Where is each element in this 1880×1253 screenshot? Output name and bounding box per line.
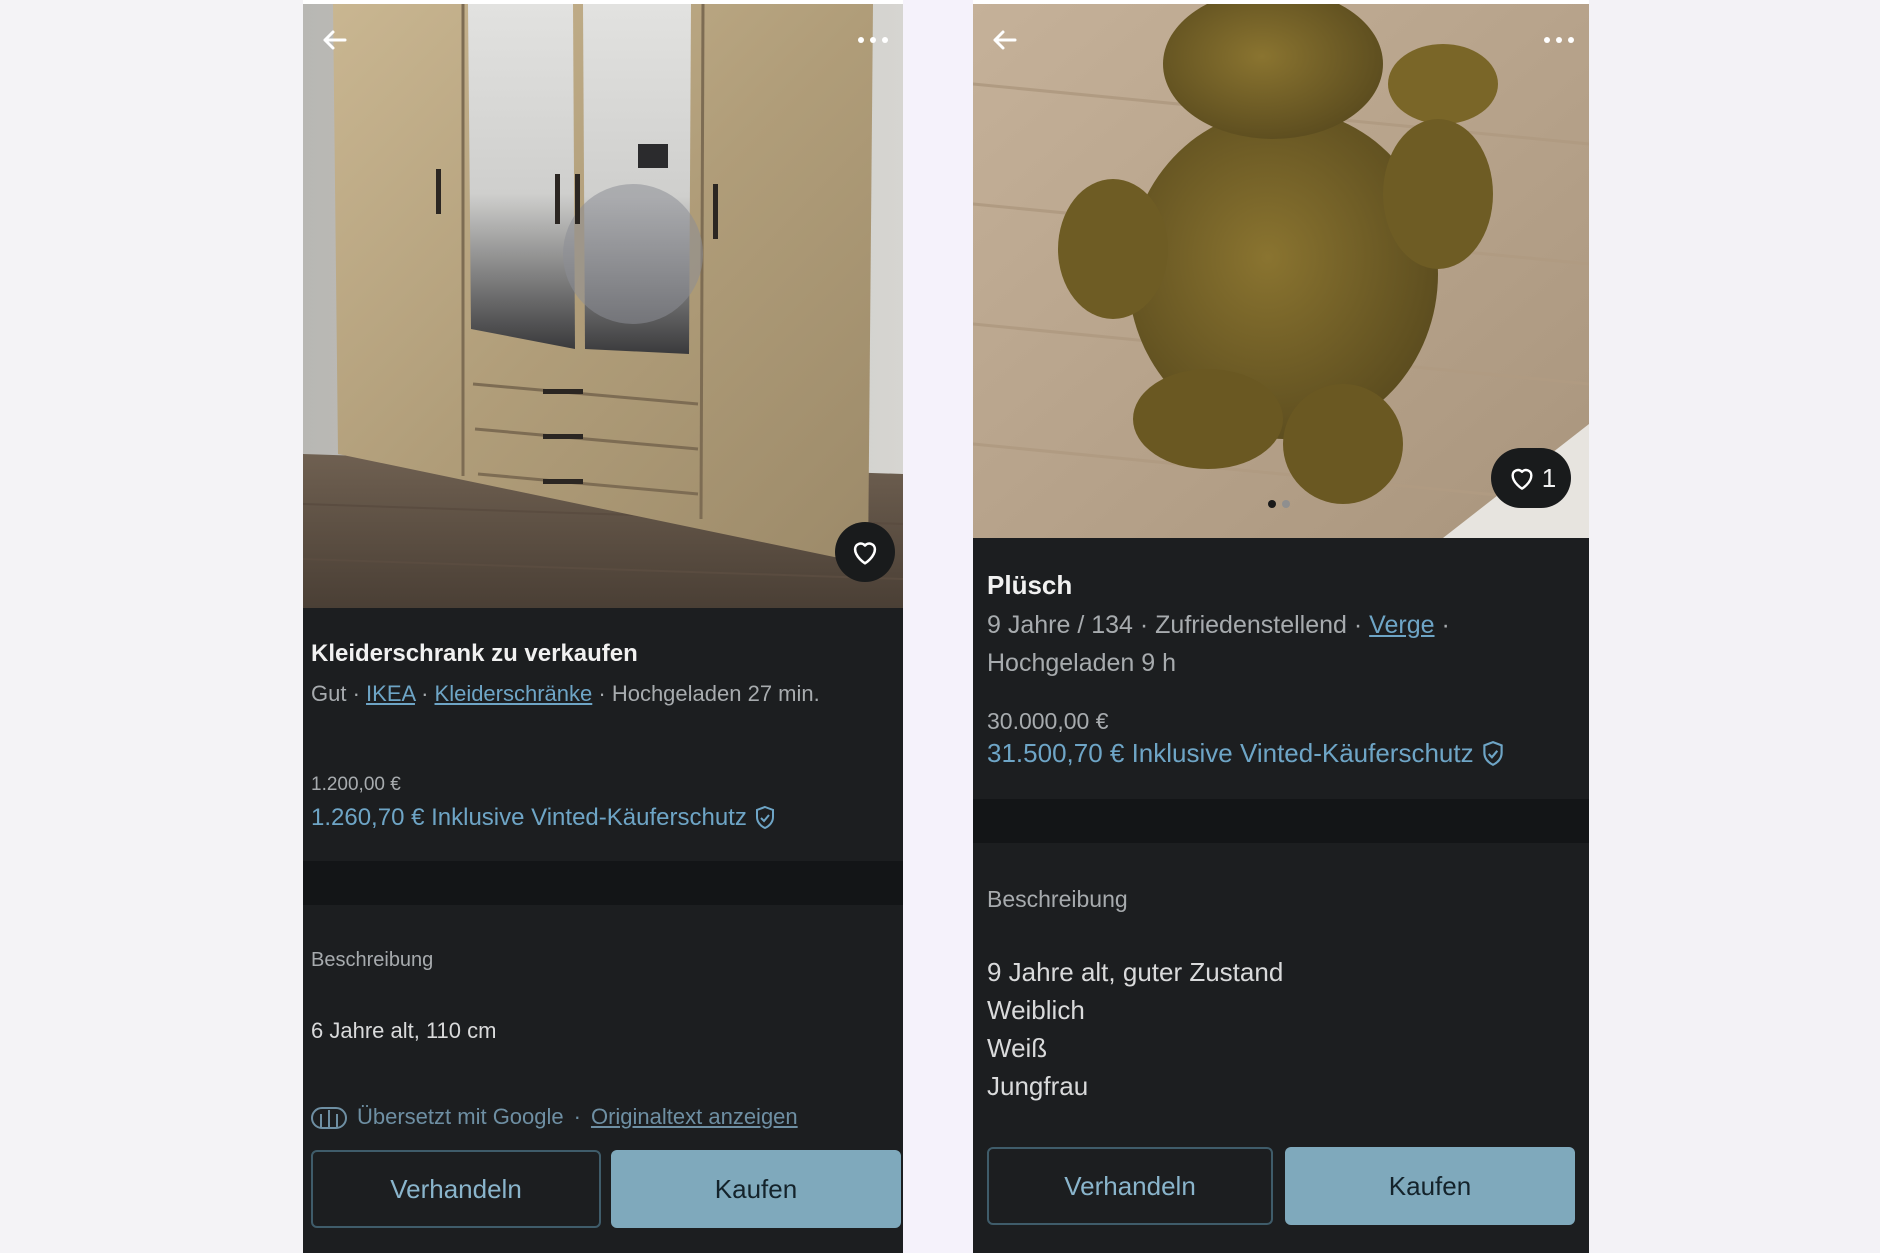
- item-condition: Gut: [311, 681, 347, 706]
- item-title: Kleiderschrank zu verkaufen: [311, 640, 638, 667]
- negotiate-button[interactable]: Verhandeln: [987, 1147, 1273, 1225]
- heart-icon: [853, 542, 877, 565]
- brand-link[interactable]: Verge: [1369, 611, 1434, 639]
- negotiate-button[interactable]: Verhandeln: [311, 1150, 601, 1228]
- item-meta: 9 Jahre / 134 · Zufriedenstellend · Verg…: [987, 611, 1450, 677]
- shield-check-icon: [1482, 740, 1503, 766]
- google-translate-icon: [311, 1107, 347, 1129]
- description-label: Beschreibung: [987, 886, 1128, 912]
- more-options-icon[interactable]: [849, 20, 897, 60]
- description-line: Jungfrau: [987, 1071, 1089, 1101]
- back-arrow-icon[interactable]: [985, 20, 1025, 60]
- wardrobe-photo: [303, 4, 903, 608]
- item-size-condition: 9 Jahre / 134 · Zufriedenstellend ·: [987, 611, 1363, 639]
- description-label: Beschreibung: [311, 949, 434, 971]
- more-options-icon[interactable]: [1535, 20, 1583, 60]
- upload-time: Hochgeladen 27 min.: [611, 681, 820, 706]
- pagination-dot-active: [1268, 500, 1276, 508]
- item-title: Plüsch: [987, 570, 1073, 600]
- photo-pagination: [1268, 500, 1290, 508]
- total-price-text: 31.500,70 € Inklusive Vinted-Käuferschut…: [987, 738, 1474, 768]
- item-meta: Gut · IKEA · Kleiderschränke · Hochgelad…: [311, 681, 820, 706]
- translated-text: Übersetzt mit Google: [357, 1104, 564, 1129]
- original-text-link[interactable]: Originaltext anzeigen: [591, 1104, 798, 1130]
- listing-screen-plush: 1 Plüsch 9 Jahre / 134 · Zufriedenstelle…: [973, 4, 1589, 1253]
- listing-photo[interactable]: [303, 4, 903, 608]
- translation-note: Übersetzt mit Google · Originaltext anzeig…: [311, 1104, 798, 1130]
- item-price: 1.200,00 €: [311, 774, 401, 795]
- plush-photo: [973, 4, 1589, 538]
- page-background-right: [1589, 0, 1880, 1253]
- pagination-dot: [1282, 500, 1290, 508]
- back-arrow-icon[interactable]: [315, 20, 355, 60]
- favorite-button[interactable]: [835, 522, 895, 582]
- total-price[interactable]: 31.500,70 € Inklusive Vinted-Käuferschut…: [987, 738, 1506, 769]
- description-line: 9 Jahre alt, guter Zustand: [987, 957, 1284, 987]
- heart-icon: [1511, 468, 1533, 490]
- page-background-gap: [903, 0, 973, 1253]
- upload-time: Hochgeladen 9 h: [987, 649, 1177, 677]
- brand-link[interactable]: IKEA: [366, 681, 415, 706]
- listing-photo[interactable]: 1: [973, 4, 1589, 538]
- item-price: 30.000,00 €: [987, 708, 1109, 734]
- total-price-text: 1.260,70 € Inklusive Vinted-Käuferschutz: [311, 804, 747, 831]
- description-line: Weiblich: [987, 995, 1085, 1025]
- section-divider: [973, 799, 1589, 843]
- buy-button[interactable]: Kaufen: [1285, 1147, 1575, 1225]
- page-background-left: [0, 0, 303, 1253]
- shield-check-icon: [755, 805, 774, 830]
- favorite-button[interactable]: 1: [1491, 448, 1571, 508]
- favorite-count: 1: [1541, 462, 1557, 493]
- section-divider: [303, 861, 903, 905]
- description-line: Weiß: [987, 1033, 1048, 1063]
- category-link[interactable]: Kleiderschränke: [435, 681, 593, 706]
- buy-button[interactable]: Kaufen: [611, 1150, 901, 1228]
- listing-screen-wardrobe: Kleiderschrank zu verkaufen Gut · IKEA ·…: [303, 4, 903, 1253]
- description-line: 6 Jahre alt, 110 cm: [311, 1018, 497, 1043]
- total-price[interactable]: 1.260,70 € Inklusive Vinted-Käuferschutz: [311, 804, 777, 832]
